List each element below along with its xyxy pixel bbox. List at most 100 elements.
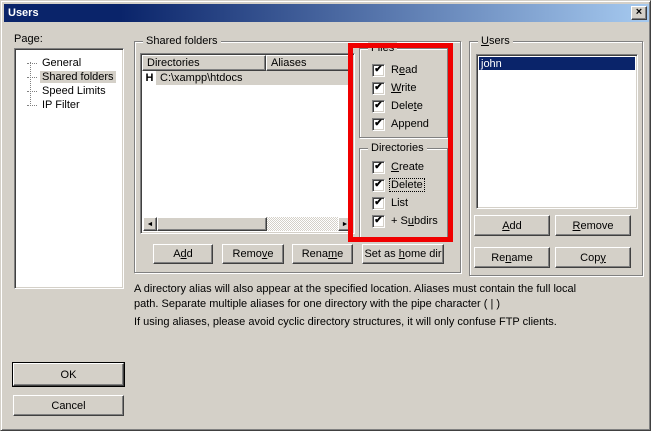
close-button[interactable]: × — [631, 6, 647, 20]
check-icon: ✔ — [374, 119, 382, 129]
label-part: bdirs — [414, 215, 438, 227]
label-mnemonic: U — [481, 35, 489, 47]
label-part: Re — [491, 252, 505, 264]
checkbox-box[interactable]: ✔ — [372, 197, 385, 210]
users-group-label: Users — [478, 35, 513, 47]
checkbox-label: Create — [390, 161, 425, 173]
checkbox-box[interactable]: ✔ — [372, 161, 385, 174]
checkbox-box[interactable]: ✔ — [372, 179, 385, 192]
label-part: ad — [405, 64, 417, 76]
button-label: OK — [61, 369, 77, 381]
label-mnemonic: y — [600, 252, 606, 264]
label-part: emove — [580, 220, 613, 232]
label-part: Remo — [233, 248, 262, 260]
checkbox-dir-list[interactable]: ✔ List — [372, 196, 409, 210]
label-mnemonic: m — [328, 248, 337, 260]
scroll-left-button[interactable]: ◄ — [143, 217, 157, 231]
ok-button[interactable]: OK — [13, 363, 124, 386]
button-label: Set as home dir — [364, 248, 441, 260]
rename-directory-button[interactable]: Rename — [292, 244, 353, 264]
scroll-right-button[interactable]: ► — [338, 217, 352, 231]
user-row-selected[interactable]: john — [479, 57, 635, 70]
tree-connector — [27, 77, 37, 78]
checkbox-label: List — [390, 197, 409, 209]
note-line: If using aliases, please avoid cyclic di… — [134, 315, 576, 330]
checkbox-files-delete[interactable]: ✔ Delete — [372, 99, 424, 113]
tree-connector — [27, 91, 37, 92]
checkbox-box[interactable]: ✔ — [372, 215, 385, 228]
scrollbar-track[interactable] — [267, 217, 338, 231]
label-part: Dele — [391, 100, 414, 112]
copy-user-button[interactable]: Copy — [555, 247, 631, 268]
sidebar-item-general[interactable]: General — [15, 56, 123, 70]
label-part: e — [417, 100, 423, 112]
home-indicator: H — [143, 72, 156, 84]
notes-text: A directory alias will also appear at th… — [134, 282, 576, 330]
check-icon: ✔ — [374, 65, 382, 75]
column-header-aliases[interactable]: Aliases — [266, 55, 353, 71]
remove-user-button[interactable]: Remove — [555, 215, 631, 236]
sidebar-item-ip-filter[interactable]: IP Filter — [15, 98, 123, 112]
label-mnemonic: A — [502, 220, 509, 232]
button-label: Cancel — [51, 400, 85, 412]
check-icon: ✔ — [374, 162, 382, 172]
set-as-home-dir-button[interactable]: Set as home dir — [362, 244, 444, 264]
check-icon: ✔ — [374, 101, 382, 111]
button-label: Remove — [573, 220, 614, 232]
checkbox-label: + Subdirs — [390, 215, 439, 227]
column-header-directories[interactable]: Directories — [142, 55, 266, 71]
button-label: Add — [502, 220, 522, 232]
label-part: Cop — [580, 252, 600, 264]
scrollbar-thumb[interactable] — [157, 217, 267, 231]
checkbox-dir-create[interactable]: ✔ Create — [372, 160, 425, 174]
close-icon: × — [636, 7, 642, 18]
sidebar-item-speed-limits[interactable]: Speed Limits — [15, 84, 123, 98]
directory-row[interactable]: H C:\xampp\htdocs — [143, 71, 352, 85]
users-dialog: Users × Page: General Shared folders Spe… — [0, 0, 651, 431]
label-part: Delete — [391, 179, 423, 191]
page-list[interactable]: General Shared folders Speed Limits IP F… — [14, 48, 124, 289]
checkbox-files-read[interactable]: ✔ Read — [372, 63, 418, 77]
shared-folders-listview[interactable]: Directories Aliases H C:\xampp\htdocs ◄ … — [140, 53, 355, 234]
scroll-right-icon: ► — [342, 221, 349, 228]
shared-folders-group-label: Shared folders — [143, 35, 221, 47]
add-user-button[interactable]: Add — [474, 215, 550, 236]
checkbox-box[interactable]: ✔ — [372, 100, 385, 113]
horizontal-scrollbar[interactable]: ◄ ► — [143, 217, 352, 231]
label-part: Append — [391, 118, 429, 130]
checkbox-box[interactable]: ✔ — [372, 82, 385, 95]
checkbox-dir-delete[interactable]: ✔ Delete — [372, 178, 424, 192]
check-icon: ✔ — [374, 180, 382, 190]
checkbox-files-write[interactable]: ✔ Write — [372, 81, 417, 95]
add-directory-button[interactable]: Add — [153, 244, 213, 264]
label-part: R — [391, 64, 399, 76]
sidebar-item-label: IP Filter — [40, 99, 82, 111]
remove-directory-button[interactable]: Remove — [222, 244, 284, 264]
checkbox-dir-subdirs[interactable]: ✔ + Subdirs — [372, 214, 439, 228]
button-label: Rename — [302, 248, 344, 260]
titlebar[interactable]: Users × — [4, 4, 649, 22]
checkbox-box[interactable]: ✔ — [372, 118, 385, 131]
users-listbox[interactable]: john — [476, 54, 638, 209]
label-part: d — [187, 248, 193, 260]
tree-connector — [27, 63, 37, 64]
check-icon: ✔ — [374, 198, 382, 208]
label-part: reate — [399, 161, 424, 173]
label-part: A — [173, 248, 180, 260]
button-label: Rename — [491, 252, 533, 264]
check-icon: ✔ — [374, 216, 382, 226]
checkbox-box[interactable]: ✔ — [372, 64, 385, 77]
checkbox-files-append[interactable]: ✔ Append — [372, 117, 430, 131]
checkbox-label: Append — [390, 118, 430, 130]
button-label: Add — [173, 248, 193, 260]
label-part: List — [391, 197, 408, 209]
note-line: A directory alias will also appear at th… — [134, 282, 576, 297]
files-group-label: Files — [368, 42, 397, 54]
rename-user-button[interactable]: Rename — [474, 247, 550, 268]
sidebar-item-label: General — [40, 57, 83, 69]
sidebar-item-shared-folders[interactable]: Shared folders — [15, 70, 123, 84]
checkbox-label: Read — [390, 64, 418, 76]
cancel-button[interactable]: Cancel — [13, 395, 124, 416]
check-icon: ✔ — [374, 83, 382, 93]
label-part: + S — [391, 215, 408, 227]
